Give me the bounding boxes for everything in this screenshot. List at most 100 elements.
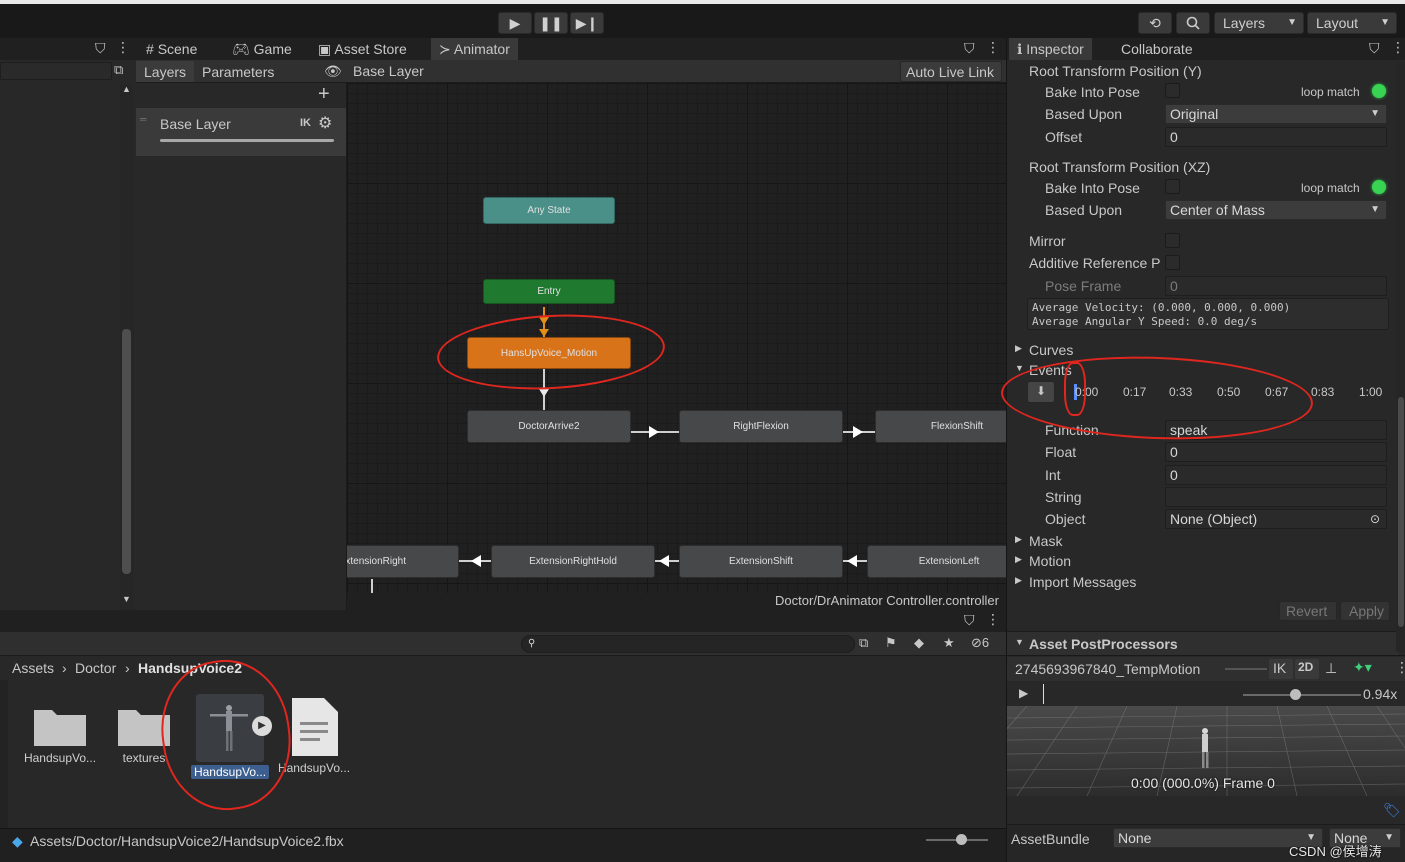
preview-viewport[interactable]: 0:00 (000.0%) Frame 0 xyxy=(1007,706,1405,796)
preview-scrubber[interactable] xyxy=(1043,684,1044,704)
step-button[interactable]: ▶❙ xyxy=(570,12,604,34)
drag-handle-icon[interactable]: ═ xyxy=(140,114,146,124)
asset-item[interactable]: HandsupVo... xyxy=(20,702,100,765)
project-search-input[interactable]: ⚲ xyxy=(521,635,855,653)
asset-bundle-value: None xyxy=(1118,830,1152,846)
bake-into-pose-xz-checkbox[interactable] xyxy=(1165,179,1180,194)
int-input[interactable]: 0 xyxy=(1165,465,1387,485)
layer-item-base[interactable]: ═ Base Layer IK ⚙ xyxy=(136,108,346,156)
tab-scene[interactable]: # Scene xyxy=(138,38,205,60)
state-doctor-arrive[interactable]: DoctorArrive2 xyxy=(467,410,631,443)
gear-icon[interactable]: ⚙ xyxy=(318,113,332,133)
auto-live-link-button[interactable]: Auto Live Link xyxy=(900,61,1002,82)
2d-toggle[interactable]: 2D xyxy=(1295,659,1319,679)
pivot-icon[interactable]: ⊥ xyxy=(1325,660,1337,677)
offset-input[interactable]: 0 xyxy=(1165,127,1387,147)
search-button[interactable] xyxy=(1176,12,1210,34)
scrollbar-thumb[interactable] xyxy=(122,329,131,574)
additive-ref-checkbox[interactable] xyxy=(1165,255,1180,270)
scrollbar-thumb[interactable] xyxy=(1398,397,1404,627)
string-input[interactable] xyxy=(1165,487,1387,507)
lock-icon[interactable]: ⛉ xyxy=(964,40,975,57)
filter-icon[interactable]: ⚑ xyxy=(885,635,897,651)
state-flexion-shift[interactable]: FlexionShift xyxy=(875,410,1006,443)
float-input[interactable]: 0 xyxy=(1165,442,1387,462)
eye-icon[interactable]: 👁︎ xyxy=(324,63,342,80)
foldout-right-icon[interactable]: ▶ xyxy=(1015,343,1022,354)
tab-inspector[interactable]: ℹ Inspector xyxy=(1009,38,1092,60)
icon-size-slider[interactable] xyxy=(926,834,988,845)
lock-icon[interactable]: ⛉ xyxy=(95,40,106,57)
based-upon-y-select[interactable]: Original ▼ xyxy=(1165,104,1387,124)
state-extension-right[interactable]: ExtensionRight xyxy=(347,545,459,578)
tab-parameters[interactable]: Parameters xyxy=(194,61,282,82)
motion-foldout[interactable]: Motion xyxy=(1029,553,1071,569)
animator-graph[interactable]: Any State Entry HansUpVoice_Motion Docto… xyxy=(347,83,1006,593)
object-field[interactable]: None (Object) ⊙ xyxy=(1165,509,1387,529)
mask-foldout[interactable]: Mask xyxy=(1029,533,1062,549)
scroll-down-icon[interactable]: ▼ xyxy=(122,594,131,604)
avatar-icon[interactable]: ✦▾ xyxy=(1353,659,1372,676)
add-layer-icon[interactable]: + xyxy=(318,83,330,106)
preview-play-icon[interactable]: ▶ xyxy=(1019,686,1028,700)
state-extension-right-hold[interactable]: ExtensionRightHold xyxy=(491,545,655,578)
import-messages-foldout[interactable]: Import Messages xyxy=(1029,574,1136,590)
preview-header: 2745693967840_TempMotion IK 2D ⊥ ✦▾ ⋮ xyxy=(1007,657,1405,681)
tab-collaborate[interactable]: Collaborate xyxy=(1113,38,1201,60)
speed-slider[interactable] xyxy=(1243,689,1361,700)
scroll-up-icon[interactable]: ▲ xyxy=(122,84,131,94)
breadcrumb-item[interactable]: Doctor xyxy=(75,660,116,676)
tag-icon[interactable]: 🏷︎ xyxy=(1383,802,1401,819)
apply-button[interactable]: Apply xyxy=(1340,601,1390,621)
state-right-flexion[interactable]: RightFlexion xyxy=(679,410,843,443)
breadcrumb-item[interactable]: Assets xyxy=(12,660,54,676)
kebab-menu-icon[interactable]: ⋮ xyxy=(116,39,130,56)
layout-dropdown[interactable]: Layout ▼ xyxy=(1307,12,1397,34)
bake-into-pose-y-checkbox[interactable] xyxy=(1165,83,1180,98)
kebab-menu-icon[interactable]: ⋮ xyxy=(1395,659,1405,676)
preview-drag-bar[interactable] xyxy=(1225,668,1267,670)
inspector-scrollbar[interactable] xyxy=(1396,62,1405,652)
foldout-right-icon[interactable]: ▶ xyxy=(1015,554,1022,565)
state-entry[interactable]: Entry xyxy=(483,279,615,304)
ik-toggle[interactable]: IK xyxy=(1269,659,1293,679)
history-button[interactable]: ⟲ xyxy=(1138,12,1172,34)
state-extension-shift[interactable]: ExtensionShift xyxy=(679,545,843,578)
tab-layers[interactable]: Layers xyxy=(136,61,195,82)
foldout-right-icon[interactable]: ▶ xyxy=(1015,575,1022,586)
object-picker-icon[interactable]: ⊙ xyxy=(1370,510,1380,528)
tab-game[interactable]: 🎮︎ Game xyxy=(224,38,300,60)
tab-asset-store[interactable]: ▣ Asset Store xyxy=(310,38,415,60)
search-by-type-icon[interactable]: ⧉ xyxy=(859,635,868,651)
star-icon[interactable]: ★ xyxy=(943,635,955,651)
asset-postprocessors-header[interactable]: ▼ Asset PostProcessors xyxy=(1007,631,1399,655)
label-icon[interactable]: ◆ xyxy=(914,635,924,651)
mirror-checkbox[interactable] xyxy=(1165,233,1180,248)
state-any-state[interactable]: Any State xyxy=(483,197,615,224)
speed-slider-handle[interactable] xyxy=(1290,689,1301,700)
state-any-state-label: Any State xyxy=(527,205,571,216)
lock-icon[interactable]: ⛉ xyxy=(964,612,975,629)
based-upon-xz-select[interactable]: Center of Mass ▼ xyxy=(1165,200,1387,220)
project-left-scrollbar[interactable] xyxy=(0,680,8,828)
state-extension-left[interactable]: ExtensionLeft xyxy=(867,545,1006,578)
foldout-right-icon[interactable]: ▶ xyxy=(1015,534,1022,545)
hierarchy-scrollbar[interactable]: ▲ ▼ xyxy=(120,84,134,610)
kebab-menu-icon[interactable]: ⋮ xyxy=(986,611,1000,628)
layers-dropdown[interactable]: Layers ▼ xyxy=(1214,12,1304,34)
play-button[interactable]: ▶ xyxy=(498,12,532,34)
layer-weight-slider[interactable] xyxy=(160,139,334,142)
revert-button[interactable]: Revert xyxy=(1279,601,1337,621)
tab-collaborate-label: Collaborate xyxy=(1121,41,1193,57)
curves-foldout[interactable]: Curves xyxy=(1029,342,1073,358)
kebab-menu-icon[interactable]: ⋮ xyxy=(986,39,1000,56)
pause-button[interactable]: ❚❚ xyxy=(534,12,568,34)
lock-icon[interactable]: ⛉ xyxy=(1369,40,1380,57)
hierarchy-search-input[interactable] xyxy=(0,62,112,80)
breadcrumb[interactable]: Base Layer xyxy=(353,63,424,79)
kebab-menu-icon[interactable]: ⋮ xyxy=(1391,39,1405,56)
icon-size-slider-handle[interactable] xyxy=(956,834,967,845)
tab-animator[interactable]: ≻ Animator xyxy=(431,38,518,60)
expand-icon[interactable]: ⧉ xyxy=(114,62,123,78)
hidden-packages-icon[interactable]: ⊘6 xyxy=(971,635,989,651)
